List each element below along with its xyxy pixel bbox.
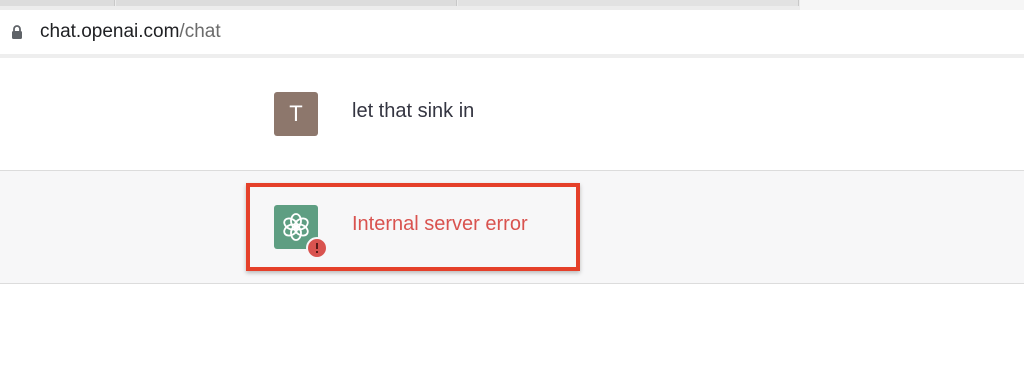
chat-page: T let that sink in Internal server error [0, 58, 1024, 380]
user-message-text: let that sink in [352, 100, 475, 122]
url-host: chat.openai.com [40, 21, 180, 42]
browser-tab[interactable] [0, 0, 115, 6]
error-highlight-box [246, 183, 580, 271]
url-path: /chat [179, 21, 221, 42]
tab-strip-empty-area [800, 0, 1024, 10]
user-avatar: T [274, 92, 318, 136]
user-message-row: T let that sink in [0, 58, 1024, 171]
url-text[interactable]: chat.openai.com/chat [40, 21, 221, 43]
address-bar[interactable]: chat.openai.com/chat [0, 10, 1024, 58]
browser-tab[interactable] [458, 0, 799, 6]
lock-icon[interactable] [10, 24, 24, 40]
browser-tab-strip [0, 0, 1024, 10]
browser-tab[interactable] [116, 0, 457, 6]
